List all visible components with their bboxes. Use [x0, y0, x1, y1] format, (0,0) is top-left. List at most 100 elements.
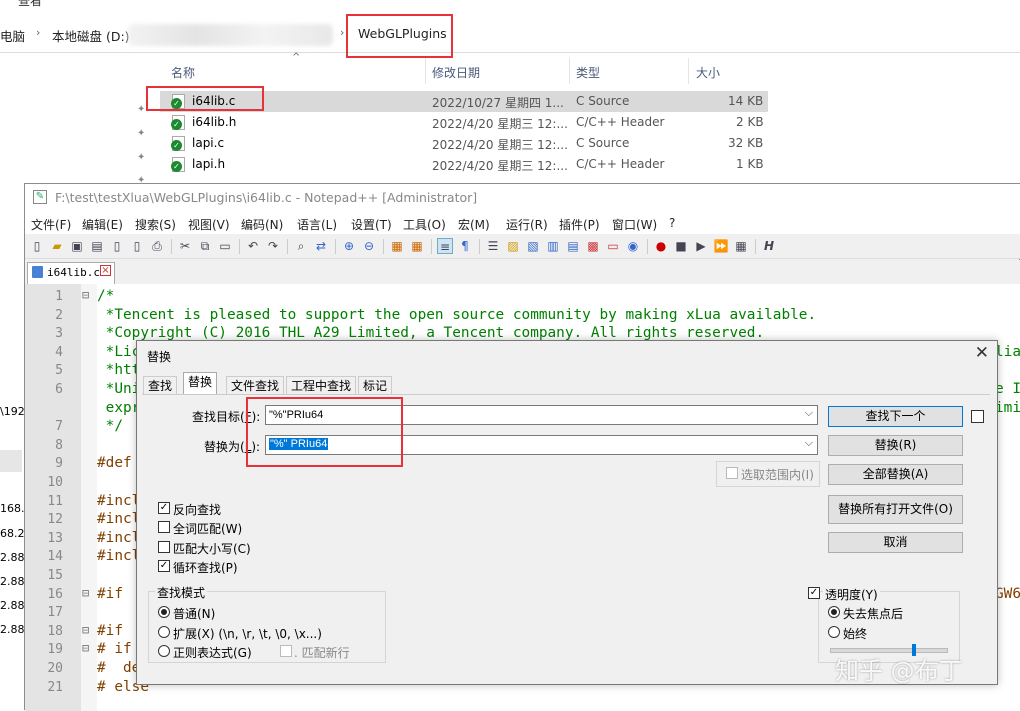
- file-type: C Source: [576, 94, 630, 108]
- redo-icon[interactable]: ↷: [265, 238, 281, 254]
- replace-button[interactable]: 替换(R): [828, 435, 963, 456]
- view-menu-partial[interactable]: 查看: [18, 0, 42, 9]
- file-row[interactable]: ✓ lapi.c 2022/4/20 星期三 12:... C Source 3…: [160, 133, 768, 154]
- file-size: 2 KB: [736, 115, 764, 129]
- tab-mark[interactable]: 标记: [358, 376, 393, 395]
- print-icon[interactable]: ⎙: [149, 238, 165, 254]
- chevron-down-icon[interactable]: ⌵: [805, 407, 813, 420]
- tab-find[interactable]: 查找: [143, 376, 178, 395]
- title-bar[interactable]: ✎ F:\test\testXlua\WebGLPlugins\i64lib.c…: [25, 184, 1020, 212]
- fold-toggle-icon[interactable]: ⊟: [82, 288, 89, 302]
- paste-icon[interactable]: ▭: [217, 238, 233, 254]
- open-folder-icon[interactable]: ▰: [49, 238, 65, 254]
- file-row[interactable]: ✓ i64lib.h 2022/4/20 星期三 12:... C/C++ He…: [160, 112, 768, 133]
- menu-file[interactable]: 文件(F): [31, 216, 71, 233]
- always-radio[interactable]: [828, 626, 840, 638]
- menu-settings[interactable]: 设置(T): [351, 216, 392, 233]
- replace-icon[interactable]: ⇄: [313, 238, 329, 254]
- find-icon[interactable]: ⌕: [293, 238, 309, 254]
- replace-all-button[interactable]: 全部替换(A): [828, 464, 963, 485]
- tab-find-in-projects[interactable]: 工程中查找: [286, 376, 357, 395]
- menu-encoding[interactable]: 编码(N): [241, 216, 283, 233]
- close-icon[interactable]: ✕: [975, 343, 989, 363]
- column-header-date[interactable]: 修改日期: [432, 64, 480, 81]
- tab-replace[interactable]: 替换: [183, 372, 218, 395]
- menu-edit[interactable]: 编辑(E): [82, 216, 123, 233]
- doc-list-icon[interactable]: ▥: [545, 238, 561, 254]
- on-lose-focus-radio[interactable]: [828, 606, 840, 618]
- run-macro-multiple-icon[interactable]: ⏩: [713, 238, 729, 254]
- breadcrumb-drive-d[interactable]: 本地磁盘 (D:): [52, 26, 130, 45]
- zoom-in-icon[interactable]: ⊕: [341, 238, 357, 254]
- word-wrap-icon[interactable]: ≡: [437, 238, 453, 254]
- mode-regex-radio[interactable]: [158, 645, 170, 657]
- replace-all-open-docs-button[interactable]: 替换所有打开文件(O): [828, 495, 963, 524]
- toolbar-separator: [431, 239, 432, 254]
- fold-toggle-icon[interactable]: ⊟: [82, 623, 89, 637]
- column-divider[interactable]: [425, 58, 426, 84]
- save-macro-icon[interactable]: ▦: [733, 238, 749, 254]
- in-selection-checkbox[interactable]: [726, 467, 738, 479]
- dot-matches-newline-checkbox[interactable]: [280, 645, 292, 657]
- play-macro-icon[interactable]: ▶: [693, 238, 709, 254]
- chevron-down-icon[interactable]: ⌵: [805, 437, 813, 450]
- column-divider[interactable]: [569, 58, 570, 84]
- h-icon[interactable]: H: [761, 238, 777, 254]
- folder-workspace-icon[interactable]: ▩: [585, 238, 601, 254]
- eye-icon[interactable]: ◉: [625, 238, 641, 254]
- wrap-around-checkbox[interactable]: ✓: [158, 560, 170, 572]
- code-line: *Lic: [97, 343, 141, 360]
- close-tab-icon[interactable]: ×: [100, 265, 111, 276]
- fold-toggle-icon[interactable]: ⊟: [82, 641, 89, 655]
- breadcrumb-pc[interactable]: 电脑: [0, 26, 25, 45]
- always-label: 始终: [843, 627, 868, 641]
- column-header-size[interactable]: 大小: [696, 64, 720, 81]
- menu-run[interactable]: 运行(R): [506, 216, 548, 233]
- sync-horizontal-icon[interactable]: ▦: [409, 238, 425, 254]
- stop-macro-icon[interactable]: ■: [673, 238, 689, 254]
- menu-macro[interactable]: 宏(M): [458, 216, 490, 233]
- cut-icon[interactable]: ✂: [177, 238, 193, 254]
- close-all-icon[interactable]: ▯: [129, 238, 145, 254]
- zoom-out-icon[interactable]: ⊖: [361, 238, 377, 254]
- sync-vertical-icon[interactable]: ▦: [389, 238, 405, 254]
- transparency-checkbox[interactable]: ✓: [808, 587, 820, 599]
- column-divider[interactable]: [688, 58, 689, 84]
- cancel-button[interactable]: 取消: [828, 532, 963, 553]
- function-list-icon[interactable]: ▤: [565, 238, 581, 254]
- show-all-chars-icon[interactable]: ¶: [457, 238, 473, 254]
- match-case-checkbox[interactable]: [158, 541, 170, 553]
- column-header-type[interactable]: 类型: [576, 64, 600, 81]
- backward-search-checkbox[interactable]: ✓: [158, 502, 170, 514]
- save-all-icon[interactable]: ▤: [89, 238, 105, 254]
- udl-icon[interactable]: ▨: [505, 238, 521, 254]
- monitoring-icon[interactable]: ▭: [605, 238, 621, 254]
- file-row[interactable]: ✓ lapi.h 2022/4/20 星期三 12:... C/C++ Head…: [160, 154, 768, 175]
- record-macro-icon[interactable]: ●: [653, 238, 669, 254]
- mode-normal-radio[interactable]: [158, 606, 170, 618]
- new-file-icon[interactable]: ▯: [29, 238, 45, 254]
- whole-word-checkbox[interactable]: [158, 521, 170, 533]
- line-number: 4: [55, 344, 63, 360]
- blurred-path-segment: [128, 24, 333, 46]
- doc-map-icon[interactable]: ▧: [525, 238, 541, 254]
- find-next-button[interactable]: 查找下一个: [828, 406, 963, 427]
- indent-guide-icon[interactable]: ☰: [485, 238, 501, 254]
- menu-tools[interactable]: 工具(O): [403, 216, 446, 233]
- undo-icon[interactable]: ↶: [245, 238, 261, 254]
- menu-window[interactable]: 窗口(W): [612, 216, 657, 233]
- find-next-toggle-checkbox[interactable]: [971, 410, 984, 423]
- mode-extended-radio[interactable]: [158, 626, 170, 638]
- menu-language[interactable]: 语言(L): [297, 216, 337, 233]
- close-file-icon[interactable]: ▯: [109, 238, 125, 254]
- copy-icon[interactable]: ⧉: [197, 238, 213, 254]
- tab-i64lib-c[interactable]: i64lib.c ×: [27, 262, 115, 284]
- fold-toggle-icon[interactable]: ⊟: [82, 586, 89, 600]
- column-header-name[interactable]: 名称: [171, 64, 195, 81]
- save-icon[interactable]: ▣: [69, 238, 85, 254]
- menu-search[interactable]: 搜索(S): [135, 216, 176, 233]
- menu-plugins[interactable]: 插件(P): [559, 216, 600, 233]
- tab-find-in-files[interactable]: 文件查找: [226, 376, 285, 395]
- menu-help[interactable]: ?: [669, 216, 675, 230]
- menu-view[interactable]: 视图(V): [188, 216, 230, 233]
